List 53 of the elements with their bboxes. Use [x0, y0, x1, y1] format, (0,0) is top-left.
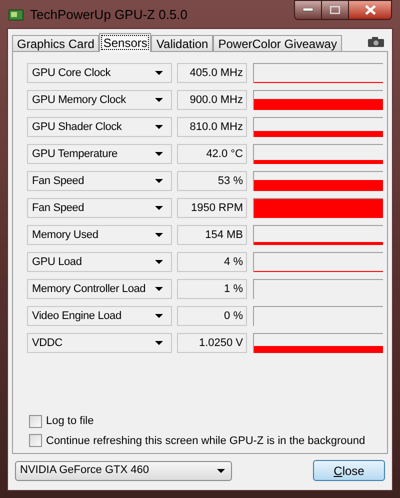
- camera-icon[interactable]: [368, 37, 384, 47]
- sensor-select[interactable]: GPU Core Clock: [27, 63, 172, 83]
- dropdown-arrow-icon: [155, 98, 163, 102]
- sensor-reading: 4 %: [177, 252, 247, 272]
- app-icon: [8, 8, 24, 22]
- sensor-reading: 1 %: [177, 279, 247, 299]
- dropdown-arrow-icon: [155, 260, 163, 264]
- dropdown-arrow-icon: [155, 341, 163, 345]
- tab[interactable]: Graphics Card: [12, 35, 100, 51]
- maximize-icon: [330, 6, 340, 14]
- sensor-reading: 53 %: [177, 171, 247, 191]
- checkbox-label[interactable]: Log to file: [46, 413, 94, 430]
- sensor-select[interactable]: Memory Controller Load: [27, 279, 172, 299]
- maximize-button[interactable]: [322, 0, 348, 20]
- minimize-icon: [303, 8, 313, 12]
- dropdown-arrow-icon: [155, 71, 163, 75]
- dropdown-arrow-icon: [155, 206, 163, 210]
- sensor-reading: 0 %: [177, 306, 247, 326]
- checkbox[interactable]: [29, 414, 42, 428]
- checkbox-label[interactable]: Continue refreshing this screen while GPU-Z is in the background: [46, 432, 366, 449]
- dropdown-arrow-icon: [217, 468, 225, 472]
- sensor-select[interactable]: GPU Shader Clock: [27, 117, 172, 137]
- dropdown-arrow-icon: [155, 287, 163, 291]
- gpu-select[interactable]: NVIDIA GeForce GTX 460: [15, 460, 232, 480]
- minimize-button[interactable]: [294, 0, 322, 20]
- sensor-select[interactable]: Video Engine Load: [27, 306, 172, 326]
- sensor-select[interactable]: Fan Speed: [27, 198, 172, 218]
- close-window-button[interactable]: [348, 0, 392, 20]
- tab[interactable]: Sensors: [99, 33, 152, 52]
- window-title: TechPowerUp GPU-Z 0.5.0: [30, 6, 188, 24]
- dropdown-arrow-icon: [155, 152, 163, 156]
- close-button[interactable]: Close: [313, 460, 385, 481]
- dropdown-arrow-icon: [155, 125, 163, 129]
- dropdown-arrow-icon: [155, 314, 163, 318]
- sensor-reading: 900.0 MHz: [177, 90, 247, 110]
- checkbox[interactable]: [29, 434, 42, 448]
- close-icon: [364, 5, 376, 15]
- sensor-select[interactable]: Memory Used: [27, 225, 172, 245]
- sensor-select[interactable]: GPU Load: [27, 252, 172, 272]
- dropdown-arrow-icon: [155, 233, 163, 237]
- sensor-select[interactable]: GPU Temperature: [27, 144, 172, 164]
- tab[interactable]: PowerColor Giveaway: [213, 35, 342, 51]
- sensor-select[interactable]: VDDC: [27, 333, 172, 353]
- sensor-reading: 42.0 °C: [177, 144, 247, 164]
- sensor-select[interactable]: Fan Speed: [27, 171, 172, 191]
- dropdown-arrow-icon: [155, 179, 163, 183]
- sensor-select[interactable]: GPU Memory Clock: [27, 90, 172, 110]
- sensor-reading: 810.0 MHz: [177, 117, 247, 137]
- tab[interactable]: Validation: [151, 35, 214, 51]
- sensor-reading: 405.0 MHz: [177, 63, 247, 83]
- sensor-reading: 1.0250 V: [177, 333, 247, 353]
- sensor-reading: 154 MB: [177, 225, 247, 245]
- sensor-reading: 1950 RPM: [177, 198, 247, 218]
